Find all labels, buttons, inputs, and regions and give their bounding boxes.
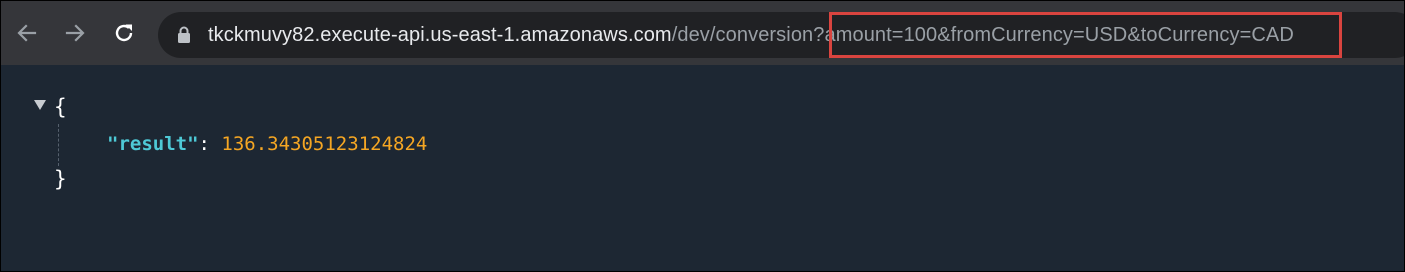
reload-icon	[115, 24, 133, 42]
browser-window: tkckmuvy82.execute-api.us-east-1.amazona…	[0, 0, 1405, 272]
json-value: 136.34305123124824	[221, 133, 428, 155]
url-host: tkckmuvy82.execute-api.us-east-1.amazona…	[208, 24, 672, 46]
collapse-triangle-icon[interactable]	[33, 99, 47, 111]
query-highlight-box	[829, 12, 1342, 58]
json-open-brace: {	[54, 95, 67, 119]
json-viewer: { "result": 136.34305123124824 }	[1, 65, 1404, 271]
json-colon: :	[198, 133, 210, 155]
json-entry: "result": 136.34305123124824	[107, 131, 427, 157]
json-close-brace: }	[54, 167, 67, 191]
back-button[interactable]	[11, 17, 43, 49]
json-key: "result"	[107, 133, 199, 155]
url-path: /dev/conversion	[671, 24, 814, 46]
forward-button[interactable]	[59, 17, 91, 49]
indent-guide	[58, 124, 59, 166]
arrow-right-icon	[65, 24, 85, 42]
reload-button[interactable]	[108, 17, 140, 49]
lock-icon[interactable]	[176, 26, 192, 44]
arrow-left-icon	[17, 24, 37, 42]
